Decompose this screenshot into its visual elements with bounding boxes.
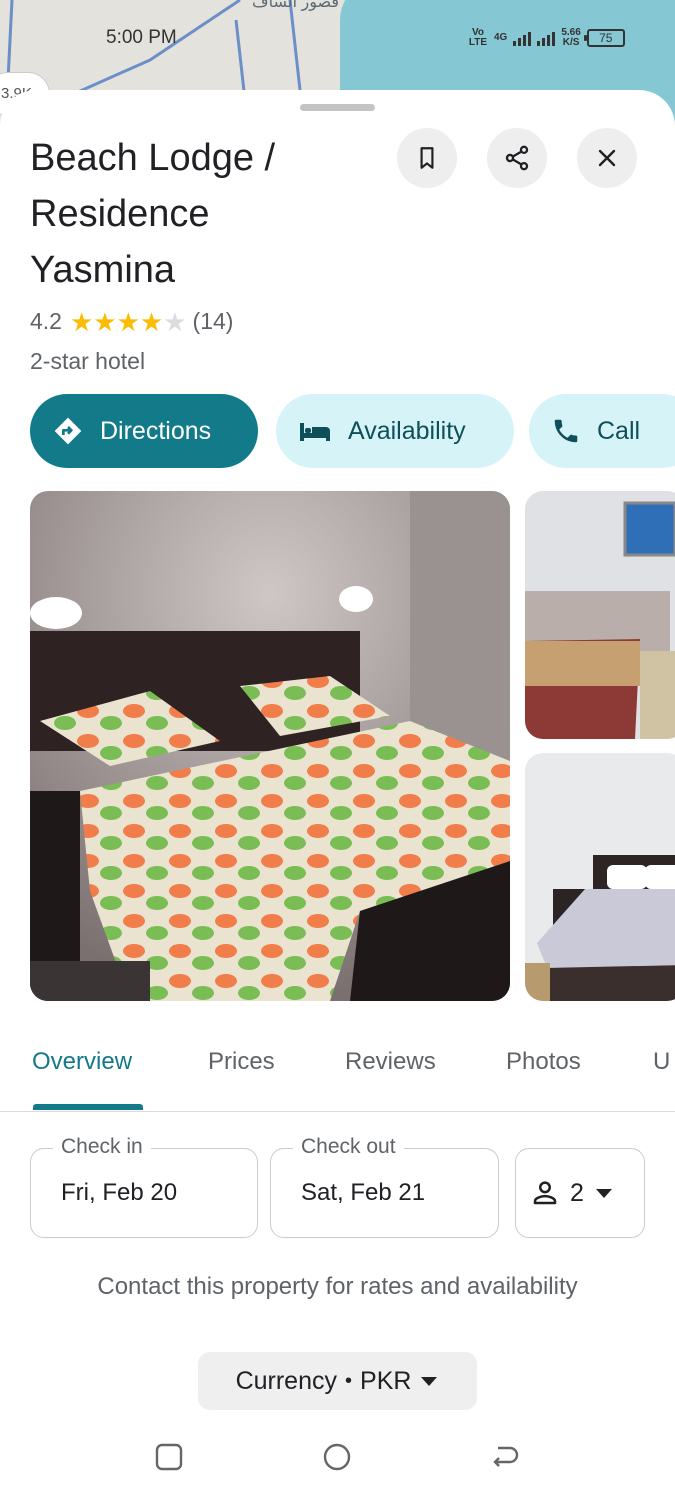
back-button[interactable] xyxy=(490,1442,520,1477)
call-button[interactable]: Call xyxy=(529,394,675,468)
directions-label: Directions xyxy=(100,416,212,445)
share-button[interactable] xyxy=(487,128,547,188)
call-label: Call xyxy=(597,416,641,445)
star-icon: ★ xyxy=(69,306,94,337)
tab-prices[interactable]: Prices xyxy=(208,1048,275,1076)
rating-value: 4.2 xyxy=(30,308,62,334)
map-place-label: قصور الساف xyxy=(252,0,340,11)
check-in-value: Fri, Feb 20 xyxy=(61,1179,178,1206)
check-in-field[interactable]: Check in Fri, Feb 20 xyxy=(30,1135,258,1238)
guests-selector[interactable]: 2 xyxy=(515,1148,645,1238)
close-button[interactable] xyxy=(577,128,637,188)
status-indicators: Vo LTE 4G 5.66 K/S 75 xyxy=(468,25,625,51)
check-in-label: Check in xyxy=(53,1135,151,1159)
signal-icon-2 xyxy=(537,30,556,46)
phone-icon xyxy=(551,416,581,446)
speed-unit: K/S xyxy=(562,37,580,48)
currency-value: PKR xyxy=(360,1366,412,1395)
bookmark-icon xyxy=(420,147,434,169)
battery-icon: 75 xyxy=(583,29,625,47)
currency-label: Currency xyxy=(235,1366,337,1395)
caret-down-icon xyxy=(421,1377,438,1386)
star-icon: ★ xyxy=(116,306,140,337)
tab-overview[interactable]: Overview xyxy=(32,1048,132,1076)
network-type: 4G xyxy=(494,32,508,43)
bedroom-photo xyxy=(30,491,510,1001)
tab-photos[interactable]: Photos xyxy=(506,1048,581,1076)
check-out-value: Sat, Feb 21 xyxy=(301,1179,426,1206)
room-photo-2 xyxy=(525,491,675,739)
home-button[interactable] xyxy=(322,1442,352,1477)
home-icon xyxy=(323,1443,351,1471)
photo-thumbnail[interactable] xyxy=(525,491,675,739)
place-title: Beach Lodge / Residence Yasmina xyxy=(30,137,276,291)
rating-stars: ★ ★ ★ ★ ★ xyxy=(70,309,187,335)
availability-label: Availability xyxy=(348,416,466,445)
main-photo[interactable] xyxy=(30,491,510,1001)
directions-button[interactable]: Directions xyxy=(30,394,258,468)
bed-icon xyxy=(298,419,332,443)
speed-indicator: 5.66 K/S xyxy=(561,28,580,48)
guests-count: 2 xyxy=(570,1178,584,1207)
volte-indicator: Vo LTE xyxy=(468,27,488,48)
room-photo-3 xyxy=(525,753,675,1001)
back-icon xyxy=(493,1446,519,1467)
photo-thumbnail[interactable] xyxy=(525,753,675,1001)
tab-updates[interactable]: U xyxy=(653,1048,670,1076)
tab-bar: Overview Prices Reviews Photos U xyxy=(0,1040,675,1112)
star-icon: ★ xyxy=(139,306,164,337)
recents-button[interactable] xyxy=(154,1442,184,1477)
check-out-label: Check out xyxy=(293,1135,404,1159)
recents-icon xyxy=(155,1443,183,1471)
place-sheet: Beach Lodge / Residence Yasmina 4.2 ★ ★ … xyxy=(0,90,675,1500)
close-icon xyxy=(598,149,616,167)
star-empty-icon: ★ xyxy=(163,306,187,337)
rating-row[interactable]: 4.2 ★ ★ ★ ★ ★ (14) xyxy=(30,308,233,335)
drag-handle[interactable] xyxy=(300,104,375,111)
currency-selector[interactable]: Currency • PKR xyxy=(198,1352,477,1410)
reviews-count: (14) xyxy=(192,308,234,334)
signal-icon xyxy=(513,30,532,46)
caret-down-icon xyxy=(595,1189,612,1198)
availability-button[interactable]: Availability xyxy=(276,394,514,468)
separator-dot: • xyxy=(345,1369,353,1392)
check-out-field[interactable]: Check out Sat, Feb 21 xyxy=(270,1135,499,1238)
directions-icon xyxy=(52,415,84,447)
status-time: 5:00 PM xyxy=(106,27,177,48)
tab-indicator xyxy=(33,1104,143,1110)
save-button[interactable] xyxy=(397,128,457,188)
share-icon xyxy=(505,145,529,171)
system-nav-bar xyxy=(0,1430,675,1500)
availability-note: Contact this property for rates and avai… xyxy=(97,1273,578,1300)
star-icon: ★ xyxy=(93,306,117,337)
place-category: 2-star hotel xyxy=(30,348,146,374)
person-icon xyxy=(533,1181,557,1205)
tab-reviews[interactable]: Reviews xyxy=(345,1048,436,1076)
